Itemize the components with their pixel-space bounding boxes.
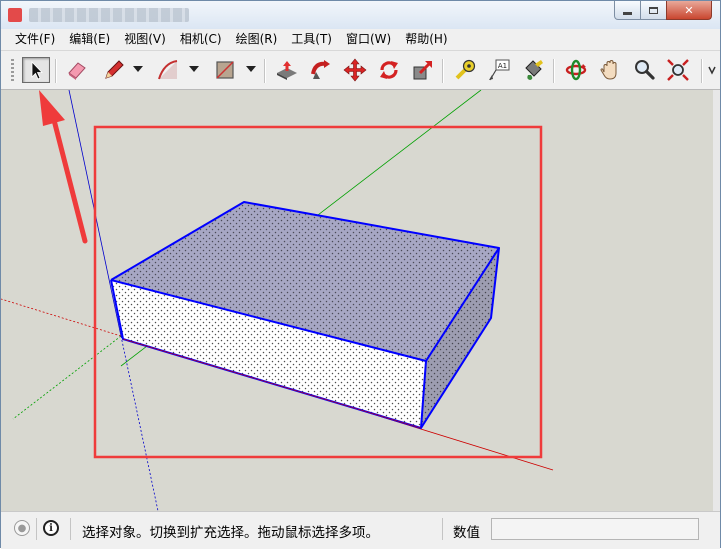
eraser-tool-button[interactable] [63, 57, 91, 83]
pencil-icon [105, 60, 124, 79]
window-title [29, 8, 189, 22]
status-divider [442, 518, 443, 540]
arrow-cursor-icon [31, 61, 43, 80]
magnifier-icon [635, 60, 655, 80]
tape-measure-icon [455, 59, 476, 80]
scale-tool-button[interactable] [409, 57, 437, 83]
chevron-down-icon [708, 66, 716, 75]
rotate-tool-button[interactable] [375, 57, 403, 83]
sketchup-window: 文件(F) 编辑(E) 视图(V) 相机(C) 绘图(R) 工具(T) 窗口(W… [0, 0, 721, 549]
scene-canvas[interactable] [1, 90, 713, 511]
viewport-scrollbar[interactable] [713, 90, 720, 511]
status-divider [70, 518, 71, 540]
text-tool-label: A1 [498, 62, 507, 70]
menu-window[interactable]: 窗口(W) [340, 29, 397, 50]
main-toolbar: A1 [1, 51, 720, 90]
zoom-extents-icon [667, 59, 689, 81]
paint-bucket-tool-button[interactable] [519, 57, 547, 83]
menu-file[interactable]: 文件(F) [9, 29, 61, 50]
move-tool-button[interactable] [341, 57, 369, 83]
pencil-dropdown-icon[interactable] [133, 66, 143, 72]
status-divider [36, 518, 37, 540]
toolbar-separator [553, 59, 555, 83]
toolbar-separator [264, 59, 266, 83]
rectangle-dropdown-icon[interactable] [246, 66, 256, 72]
text-tool-button[interactable]: A1 [485, 57, 513, 83]
menu-help[interactable]: 帮助(H) [399, 29, 453, 50]
rectangle-tool-button[interactable] [211, 57, 239, 83]
menu-draw[interactable]: 绘图(R) [230, 29, 284, 50]
orbit-tool-button[interactable] [562, 57, 590, 83]
zoom-tool-button[interactable] [630, 57, 658, 83]
hand-icon [600, 59, 617, 80]
scale-icon [413, 60, 433, 80]
close-button[interactable] [666, 1, 712, 20]
tape-measure-tool-button[interactable] [451, 57, 479, 83]
text-icon: A1 [489, 59, 510, 81]
follow-me-icon [311, 60, 330, 79]
status-message: 选择对象。切换到扩充选择。拖动鼠标选择多项。 [82, 525, 379, 541]
toolbar-grip[interactable] [11, 59, 14, 83]
zoom-extents-tool-button[interactable] [664, 57, 692, 83]
app-logo-icon [8, 8, 22, 22]
maximize-button[interactable] [640, 1, 667, 20]
toolbar-overflow-button[interactable] [707, 57, 717, 83]
arc-dropdown-icon[interactable] [189, 66, 199, 72]
push-pull-tool-button[interactable] [273, 57, 301, 83]
eraser-icon [68, 62, 86, 80]
move-icon [343, 58, 367, 82]
geo-location-icon[interactable]: ● [14, 520, 30, 536]
menu-edit[interactable]: 编辑(E) [63, 29, 116, 50]
minimize-button[interactable] [614, 1, 641, 20]
toolbar-separator [701, 59, 703, 83]
menu-camera[interactable]: 相机(C) [174, 29, 228, 50]
blue-axis-negative [120, 335, 159, 511]
rectangle-icon [216, 61, 234, 79]
pan-tool-button[interactable] [596, 57, 624, 83]
arc-tool-button[interactable] [154, 57, 182, 83]
toolbar-separator [55, 59, 57, 83]
pencil-tool-button[interactable] [100, 57, 128, 83]
toolbar-separator [442, 59, 444, 83]
menu-view[interactable]: 视图(V) [118, 29, 172, 50]
menu-bar: 文件(F) 编辑(E) 视图(V) 相机(C) 绘图(R) 工具(T) 窗口(W… [1, 29, 720, 51]
title-bar [1, 1, 720, 29]
arc-icon [158, 60, 178, 80]
status-bar: ● i 选择对象。切换到扩充选择。拖动鼠标选择多项。 数值 [1, 511, 720, 549]
measurements-label: 数值 [453, 525, 480, 541]
model-viewport[interactable] [1, 90, 713, 511]
select-tool-button[interactable] [22, 57, 50, 83]
info-icon[interactable]: i [43, 520, 59, 536]
follow-me-tool-button[interactable] [307, 57, 335, 83]
orbit-icon [565, 59, 587, 81]
annotation-arrow [39, 90, 88, 244]
push-pull-icon [277, 61, 297, 80]
measurements-input[interactable] [491, 518, 699, 540]
menu-tools[interactable]: 工具(T) [285, 29, 338, 50]
paint-bucket-icon [525, 60, 543, 80]
red-axis-negative [1, 298, 122, 337]
rotate-icon [380, 61, 398, 79]
green-axis-negative [12, 335, 122, 420]
